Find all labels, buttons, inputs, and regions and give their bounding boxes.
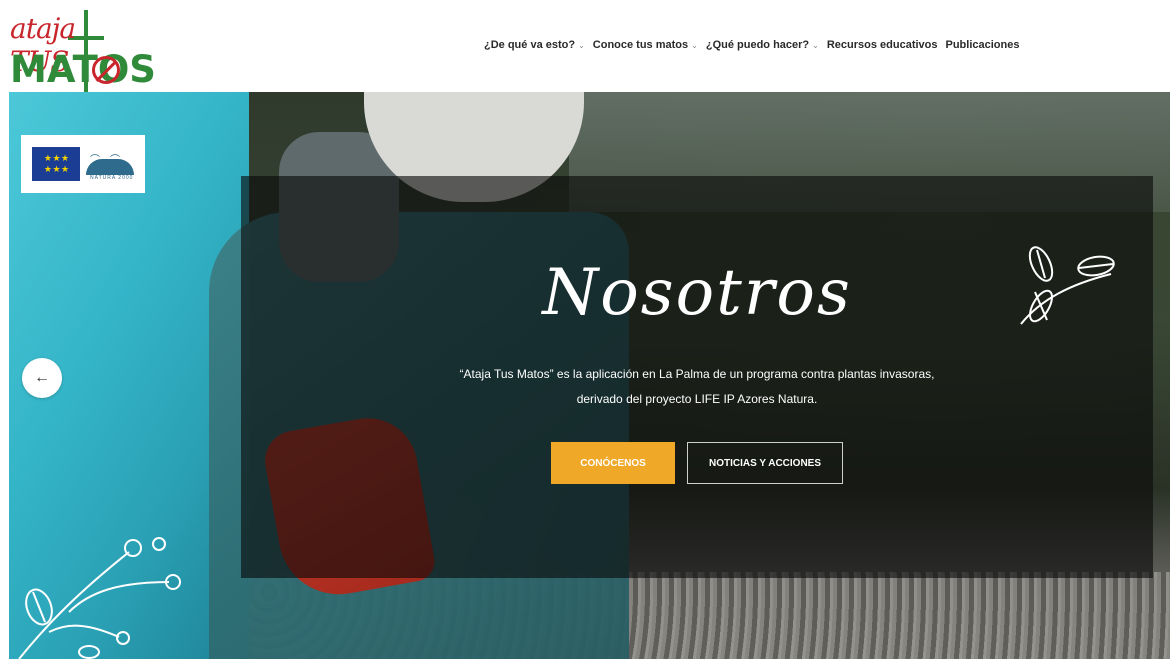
hero-description-line-2: derivado del proyecto LIFE IP Azores Nat… xyxy=(576,392,818,406)
conocenos-button[interactable]: CONÓCENOS xyxy=(551,442,675,484)
nav-item-conoce-tus-matos[interactable]: Conoce tus matos ⌄ xyxy=(593,39,698,51)
logo-bottom-text: MATOS xyxy=(10,48,156,91)
chevron-down-icon: ⌄ xyxy=(691,40,698,50)
nav-item-label: ¿Qué puedo hacer? xyxy=(705,39,810,51)
hero-title: Nosotros xyxy=(542,256,852,330)
eu-flag-icon: ★ ★ ★ ★ ★ ★ xyxy=(32,147,80,181)
chevron-down-icon: ⌄ xyxy=(812,40,819,50)
hero-slider: ★ ★ ★★ ★ ★ ⌒ ⌒ NATURA 2000 Nosotros “Ata… xyxy=(9,92,1170,659)
eu-life-badge: ★ ★ ★★ ★ ★ ⌒ ⌒ NATURA 2000 xyxy=(21,135,145,193)
nav-item-label: Publicaciones xyxy=(945,39,1020,51)
hero-description: “Ataja Tus Matos” es la aplicación en La… xyxy=(241,362,1153,412)
nav-item-publicaciones[interactable]: Publicaciones xyxy=(946,39,1020,51)
nav-item-label: ¿De qué va esto? xyxy=(484,39,576,51)
branch-decoration-icon xyxy=(18,537,181,659)
chevron-down-icon: ⌄ xyxy=(578,40,585,50)
logo-prohibited-icon xyxy=(92,56,120,84)
natura-2000-logo: ⌒ ⌒ NATURA 2000 xyxy=(86,147,134,181)
slider-prev-button[interactable]: ← xyxy=(22,358,62,398)
site-logo[interactable]: ataja TUS MATOS xyxy=(10,8,156,92)
nav-item-label: Conoce tus matos xyxy=(592,39,689,51)
site-header: ataja TUS MATOS ¿De qué va esto? ⌄ Conoc… xyxy=(0,0,1170,92)
main-nav: ¿De qué va esto? ⌄ Conoce tus matos ⌄ ¿Q… xyxy=(484,39,1027,51)
nav-item-label: Recursos educativos xyxy=(826,39,938,51)
hero-description-line-1: “Ataja Tus Matos” es la aplicación en La… xyxy=(459,367,935,381)
nav-item-recursos-educativos[interactable]: Recursos educativos xyxy=(827,39,938,51)
nav-item-que-puedo-hacer[interactable]: ¿Qué puedo hacer? ⌄ xyxy=(706,39,819,51)
arrow-left-icon: ← xyxy=(34,369,50,386)
hero-content-overlay: Nosotros “Ataja Tus Matos” es la aplicac… xyxy=(241,176,1153,578)
nav-item-de-que-va[interactable]: ¿De qué va esto? ⌄ xyxy=(484,39,585,51)
noticias-y-acciones-button[interactable]: NOTICIAS Y ACCIONES xyxy=(687,442,843,484)
hero-buttons: CONÓCENOS NOTICIAS Y ACCIONES xyxy=(241,442,1153,484)
